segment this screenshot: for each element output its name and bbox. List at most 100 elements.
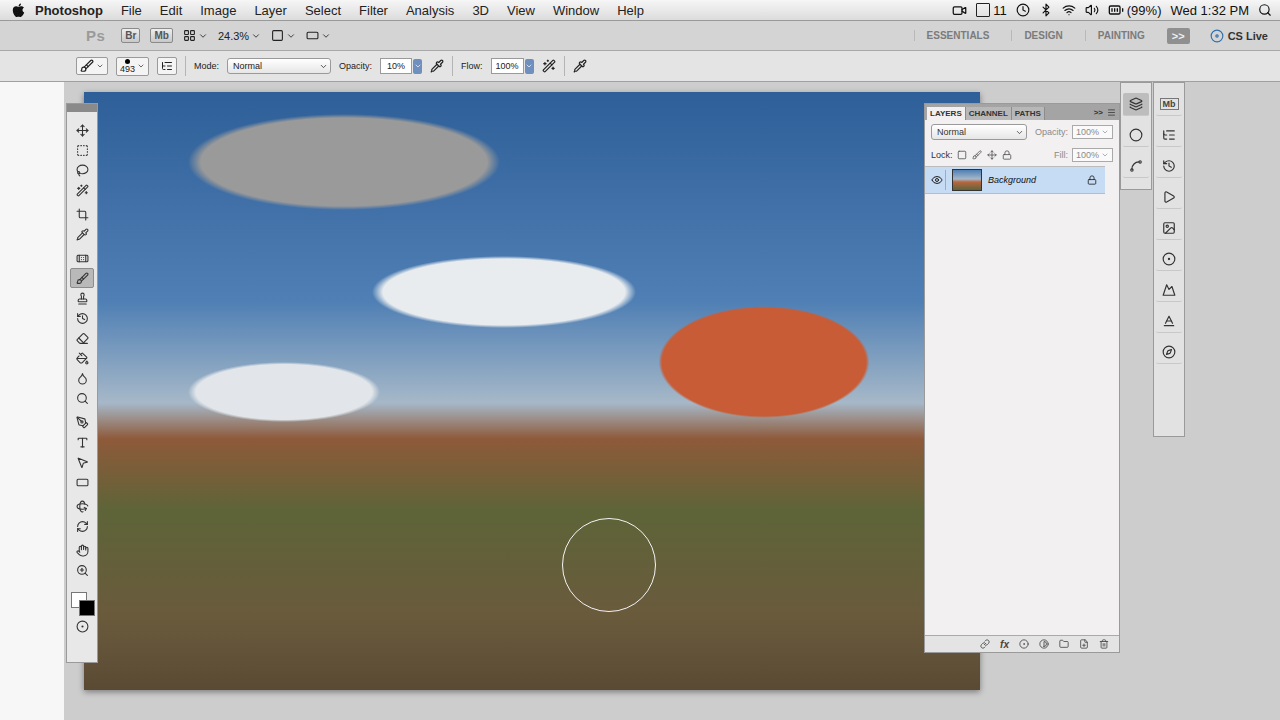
tool-button[interactable] bbox=[70, 516, 94, 536]
color-swatches[interactable] bbox=[69, 590, 95, 616]
battery[interactable]: (99%) bbox=[1108, 2, 1162, 18]
menu-item[interactable]: 3D bbox=[464, 3, 497, 18]
visibility-toggle[interactable] bbox=[929, 170, 946, 190]
tool-button[interactable] bbox=[70, 496, 94, 516]
menu-item[interactable]: Help bbox=[609, 3, 652, 18]
pressure-opacity-icon[interactable] bbox=[430, 59, 444, 73]
airbrush-icon[interactable] bbox=[542, 59, 556, 73]
blend-mode-select[interactable]: Normal bbox=[931, 124, 1027, 140]
dock-button[interactable] bbox=[1156, 217, 1182, 240]
cs-live-button[interactable]: CS Live bbox=[1210, 29, 1268, 43]
dock-button[interactable] bbox=[1123, 93, 1149, 116]
mode-select[interactable]: Normal bbox=[227, 58, 331, 74]
more-workspaces-button[interactable]: >> bbox=[1167, 28, 1190, 44]
panel-tab[interactable]: PATHS bbox=[1012, 107, 1045, 120]
tool-button[interactable] bbox=[70, 540, 94, 560]
clock[interactable]: Wed 1:32 PM bbox=[1170, 3, 1249, 18]
dock-button[interactable] bbox=[1156, 279, 1182, 302]
spotlight-icon[interactable] bbox=[1258, 3, 1272, 17]
tool-button[interactable] bbox=[70, 560, 94, 580]
tool-button[interactable] bbox=[70, 368, 94, 388]
workspace-button[interactable]: DESIGN bbox=[1011, 30, 1074, 41]
trash-icon[interactable] bbox=[1099, 639, 1109, 649]
dock-button[interactable] bbox=[1156, 248, 1182, 271]
workspace-button[interactable]: ESSENTIALS bbox=[914, 30, 1002, 41]
tool-button[interactable] bbox=[70, 412, 94, 432]
dock-button[interactable] bbox=[1123, 155, 1149, 178]
tool-button[interactable] bbox=[70, 180, 94, 200]
dock-button[interactable] bbox=[1156, 186, 1182, 209]
layer-opacity-field[interactable]: 100% bbox=[1072, 125, 1113, 139]
adobe-updates[interactable]: 11 bbox=[976, 3, 1007, 18]
flow-field[interactable]: 100% bbox=[491, 58, 524, 74]
dock-button[interactable] bbox=[1156, 310, 1182, 333]
opacity-slider-button[interactable] bbox=[413, 59, 422, 74]
panel-header[interactable] bbox=[67, 104, 97, 112]
zoom-level[interactable]: 24.3% bbox=[218, 30, 261, 42]
screen-mode[interactable] bbox=[306, 29, 331, 42]
tool-button[interactable] bbox=[70, 432, 94, 452]
wifi-icon[interactable] bbox=[1062, 3, 1076, 17]
dock-button[interactable] bbox=[1156, 124, 1182, 147]
lock-all-icon[interactable] bbox=[1002, 150, 1012, 160]
menu-item[interactable]: Filter bbox=[351, 3, 396, 18]
tool-button[interactable] bbox=[70, 288, 94, 308]
tool-button[interactable] bbox=[70, 348, 94, 368]
layer-row[interactable]: Background bbox=[925, 166, 1105, 194]
tool-button[interactable] bbox=[70, 308, 94, 328]
folder-icon[interactable] bbox=[1059, 639, 1069, 649]
view-extras[interactable] bbox=[183, 29, 208, 42]
brush-preset-picker[interactable]: 493 bbox=[116, 57, 149, 76]
panel-tab[interactable]: CHANNEL bbox=[966, 107, 1012, 120]
time-machine-icon[interactable] bbox=[1016, 3, 1030, 17]
lock-position-icon[interactable] bbox=[987, 150, 997, 160]
panel-tab[interactable]: LAYERS bbox=[927, 107, 966, 120]
document-canvas[interactable] bbox=[84, 92, 980, 690]
mask-icon[interactable] bbox=[1019, 639, 1029, 649]
menu-item[interactable]: View bbox=[499, 3, 543, 18]
launcher-button[interactable]: Mb bbox=[150, 28, 172, 43]
new-layer-icon[interactable] bbox=[1079, 639, 1089, 649]
bluetooth-icon[interactable] bbox=[1039, 3, 1053, 17]
menu-item[interactable]: Select bbox=[297, 3, 349, 18]
link-icon[interactable] bbox=[980, 639, 990, 649]
tool-button[interactable] bbox=[70, 268, 94, 288]
layer-fill-field[interactable]: 100% bbox=[1072, 148, 1113, 162]
volume-icon[interactable] bbox=[1085, 3, 1099, 17]
camera-icon[interactable] bbox=[952, 3, 967, 18]
pressure-size-icon[interactable] bbox=[573, 59, 587, 73]
tool-button[interactable] bbox=[70, 140, 94, 160]
lock-transparency-icon[interactable] bbox=[957, 150, 967, 160]
tool-preset-picker[interactable] bbox=[76, 57, 108, 75]
menu-item[interactable]: Layer bbox=[246, 3, 295, 18]
background-color[interactable] bbox=[79, 600, 95, 616]
launcher-button[interactable]: Br bbox=[121, 28, 140, 43]
tool-button[interactable] bbox=[70, 204, 94, 224]
tool-button[interactable] bbox=[70, 388, 94, 408]
apple-icon[interactable] bbox=[12, 3, 25, 18]
menu-item[interactable]: Edit bbox=[152, 3, 190, 18]
quick-mask-button[interactable] bbox=[70, 616, 94, 636]
tool-button[interactable] bbox=[70, 224, 94, 244]
lock-pixels-icon[interactable] bbox=[972, 150, 982, 160]
tool-button[interactable] bbox=[70, 328, 94, 348]
tool-button[interactable] bbox=[70, 120, 94, 140]
menu-item[interactable]: Analysis bbox=[398, 3, 462, 18]
menu-item[interactable]: Image bbox=[192, 3, 244, 18]
flow-slider-button[interactable] bbox=[525, 59, 534, 74]
dock-button[interactable] bbox=[1156, 341, 1182, 364]
menu-item[interactable]: Window bbox=[545, 3, 607, 18]
arrange-documents[interactable] bbox=[271, 29, 296, 42]
tool-button[interactable] bbox=[70, 160, 94, 180]
dock-button[interactable] bbox=[1123, 124, 1149, 147]
layer-name[interactable]: Background bbox=[988, 175, 1081, 185]
opacity-field[interactable]: 10% bbox=[380, 58, 412, 74]
adjustment-icon[interactable] bbox=[1039, 639, 1049, 649]
menu-item[interactable]: File bbox=[113, 3, 150, 18]
app-menu[interactable]: Photoshop bbox=[27, 3, 111, 18]
workspace-button[interactable]: PAINTING bbox=[1085, 30, 1157, 41]
tool-button[interactable] bbox=[70, 452, 94, 472]
mini-bridge-button[interactable]: Mb bbox=[1156, 93, 1182, 116]
tool-button[interactable] bbox=[70, 472, 94, 492]
layer-style-button[interactable]: fx bbox=[1000, 639, 1009, 650]
